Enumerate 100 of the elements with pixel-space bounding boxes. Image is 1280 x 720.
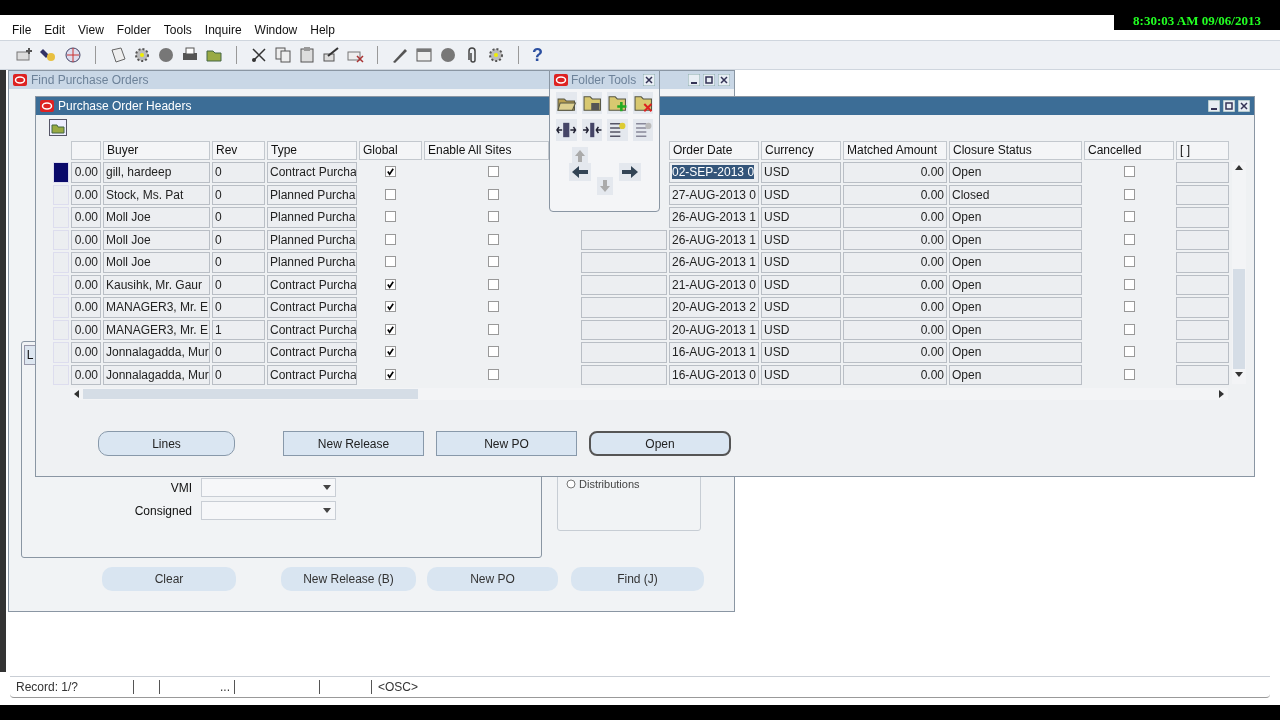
table-cell[interactable]: 0.00 [71,319,101,340]
checkbox[interactable] [385,166,396,177]
table-cell[interactable]: USD [761,297,841,318]
table-cell[interactable]: Open [949,319,1082,340]
table-cell[interactable] [1176,229,1229,250]
scroll-left-icon[interactable] [74,390,79,398]
form-button[interactable]: Find (J) [571,567,704,591]
column-header[interactable]: Currency [761,141,841,160]
table-cell[interactable]: Moll Joe [103,229,210,250]
column-header[interactable]: Order Date [669,141,759,160]
table-cell[interactable]: 0 [212,207,265,228]
checkbox[interactable] [385,278,396,290]
table-cell[interactable]: 1 [212,319,265,340]
globe-icon[interactable] [64,46,82,64]
table-cell[interactable]: 20-AUG-2013 1 [669,319,759,340]
table-cell[interactable]: 0.00 [843,364,947,385]
table-cell[interactable]: 0.00 [71,162,101,183]
table-cell[interactable]: 0.00 [843,297,947,318]
table-cell[interactable]: 0.00 [71,229,101,250]
checkbox[interactable] [1123,323,1135,335]
table-cell[interactable]: Open [949,162,1082,183]
table-cell[interactable]: USD [761,162,841,183]
table-cell[interactable] [581,252,667,273]
table-cell[interactable]: 0 [212,297,265,318]
table-cell[interactable]: Moll Joe [103,207,210,228]
pencil-icon[interactable] [322,46,340,64]
table-cell[interactable]: 0.00 [843,162,947,183]
scissors-icon[interactable] [250,46,268,64]
form-button[interactable]: New Release (B) [281,567,416,591]
table-cell[interactable] [581,364,667,385]
checkbox[interactable] [385,323,396,335]
show-field-icon[interactable] [607,119,628,141]
minimize-button[interactable] [1208,100,1220,112]
table-cell[interactable]: 16-AUG-2013 1 [669,342,759,363]
menu-item[interactable]: Inquire [204,23,242,37]
checkbox[interactable] [488,188,499,200]
maximize-button[interactable] [1223,100,1235,112]
checkbox[interactable] [1123,211,1135,222]
table-cell[interactable] [581,342,667,363]
column-header[interactable]: Type [267,141,357,160]
table-cell[interactable]: 0 [212,184,265,205]
gear-icon[interactable] [487,46,505,64]
table-cell[interactable]: Open [949,364,1082,385]
column-header[interactable]: Matched Amount [843,141,947,160]
table-cell[interactable]: 0.00 [843,252,947,273]
menu-item[interactable]: Tools [163,23,192,37]
table-cell[interactable]: Planned Purcha [267,184,357,205]
table-cell[interactable]: USD [761,229,841,250]
table-cell[interactable]: gill, hardeep [103,162,210,183]
radio-button[interactable] [566,479,576,489]
table-cell[interactable]: 0.00 [71,252,101,273]
checkbox[interactable] [488,368,499,380]
checkbox[interactable] [488,323,499,335]
checkbox[interactable] [385,233,396,245]
window-icon[interactable] [415,46,433,64]
table-cell[interactable]: 0.00 [71,297,101,318]
scroll-down-icon[interactable] [1235,372,1243,377]
table-cell[interactable]: MANAGER3, Mr. E [103,297,210,318]
table-cell[interactable]: USD [761,207,841,228]
table-cell[interactable] [1176,207,1229,228]
table-cell[interactable]: 0 [212,274,265,295]
record-indicator[interactable] [53,162,69,183]
widen-column-icon[interactable] [556,119,577,141]
menu-item[interactable]: Help [310,23,335,37]
circle-icon[interactable] [157,46,175,64]
help-button[interactable]: ? [532,44,543,66]
checkbox[interactable] [488,278,499,290]
table-cell[interactable]: 0 [212,252,265,273]
table-cell[interactable]: Open [949,274,1082,295]
folder-add-icon[interactable] [607,92,628,114]
table-cell[interactable] [1176,162,1229,183]
vertical-scrollbar[interactable] [1232,162,1246,384]
checkbox[interactable] [385,211,396,222]
form-button[interactable]: New Release [283,431,424,456]
new-record-icon[interactable] [16,46,34,64]
table-cell[interactable]: 0.00 [71,342,101,363]
table-cell[interactable]: USD [761,364,841,385]
table-cell[interactable]: Open [949,252,1082,273]
table-cell[interactable]: Contract Purcha [267,297,357,318]
table-cell[interactable] [581,319,667,340]
open-folder-icon[interactable] [556,92,577,114]
column-header[interactable]: Buyer [103,141,210,160]
table-cell[interactable]: Open [949,207,1082,228]
table-cell[interactable]: Planned Purcha [267,207,357,228]
checkbox[interactable] [1123,301,1135,312]
table-cell[interactable]: 0.00 [843,319,947,340]
form-button[interactable]: Clear [102,567,236,591]
table-cell[interactable] [1176,319,1229,340]
table-cell[interactable]: 0.00 [71,364,101,385]
checkbox[interactable] [488,256,499,267]
folder-delete-icon[interactable] [632,92,653,114]
table-cell[interactable]: USD [761,342,841,363]
checkbox[interactable] [385,188,396,200]
form-button[interactable]: New PO [427,567,558,591]
scroll-up-icon[interactable] [1235,165,1243,170]
move-right-icon[interactable] [618,163,641,181]
table-cell[interactable]: USD [761,319,841,340]
horizontal-scrollbar[interactable] [70,388,1228,400]
checkbox[interactable] [1123,166,1135,177]
checkbox[interactable] [1123,368,1135,380]
